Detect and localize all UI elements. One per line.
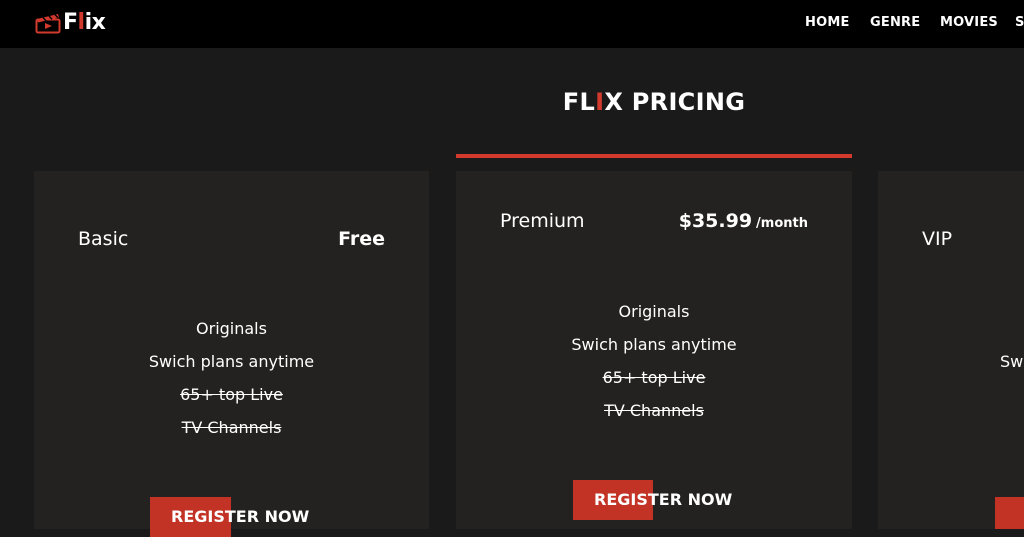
feature-list: Originals Swich plans anytime 65+ top Li…: [34, 312, 429, 444]
plan-name: Premium: [500, 210, 585, 232]
register-button[interactable]: [995, 497, 1024, 529]
feature-item: Swich plans anytime: [571, 335, 737, 354]
nav-links: HOME GENRE MOVIES S: [0, 0, 1024, 48]
plan-price: Free: [338, 228, 385, 250]
nav-home[interactable]: HOME: [805, 15, 850, 30]
register-button-label: REGISTER NOW: [171, 507, 310, 526]
register-button-label: REGISTER NOW: [594, 490, 733, 509]
page-title: FLIX PRICING: [562, 88, 746, 116]
plan-price: $35.99/month: [678, 210, 808, 232]
feature-item: Originals: [196, 319, 267, 338]
plan-name: Basic: [78, 228, 129, 250]
feature-item-unavailable: 65+ top Live: [602, 368, 706, 387]
feature-item: Swi: [1000, 352, 1024, 371]
plan-card-premium: Premium $35.99/month Originals Swich pla…: [456, 154, 852, 529]
top-navbar: Flix HOME GENRE MOVIES S: [0, 0, 1024, 48]
feature-item-unavailable: 65+ top Live: [180, 385, 283, 404]
nav-partial-item[interactable]: S: [1015, 15, 1024, 30]
register-button[interactable]: REGISTER NOW: [150, 497, 309, 537]
plan-card-basic: Basic Free Originals Swich plans anytime…: [34, 171, 429, 537]
plan-name: VIP: [922, 228, 953, 250]
nav-movies[interactable]: MOVIES: [940, 15, 998, 30]
plan-card-vip: VIP Swi: [878, 171, 1024, 529]
feature-item-unavailable: TV Channels: [604, 401, 704, 420]
plan-period: /month: [756, 216, 808, 231]
feature-item-unavailable: TV Channels: [181, 418, 282, 437]
nav-genre[interactable]: GENRE: [870, 15, 920, 30]
feature-item: Swich plans anytime: [148, 352, 315, 371]
feature-item: Originals: [618, 302, 690, 321]
feature-list: Originals Swich plans anytime 65+ top Li…: [456, 295, 852, 427]
register-button[interactable]: REGISTER NOW: [573, 480, 732, 520]
